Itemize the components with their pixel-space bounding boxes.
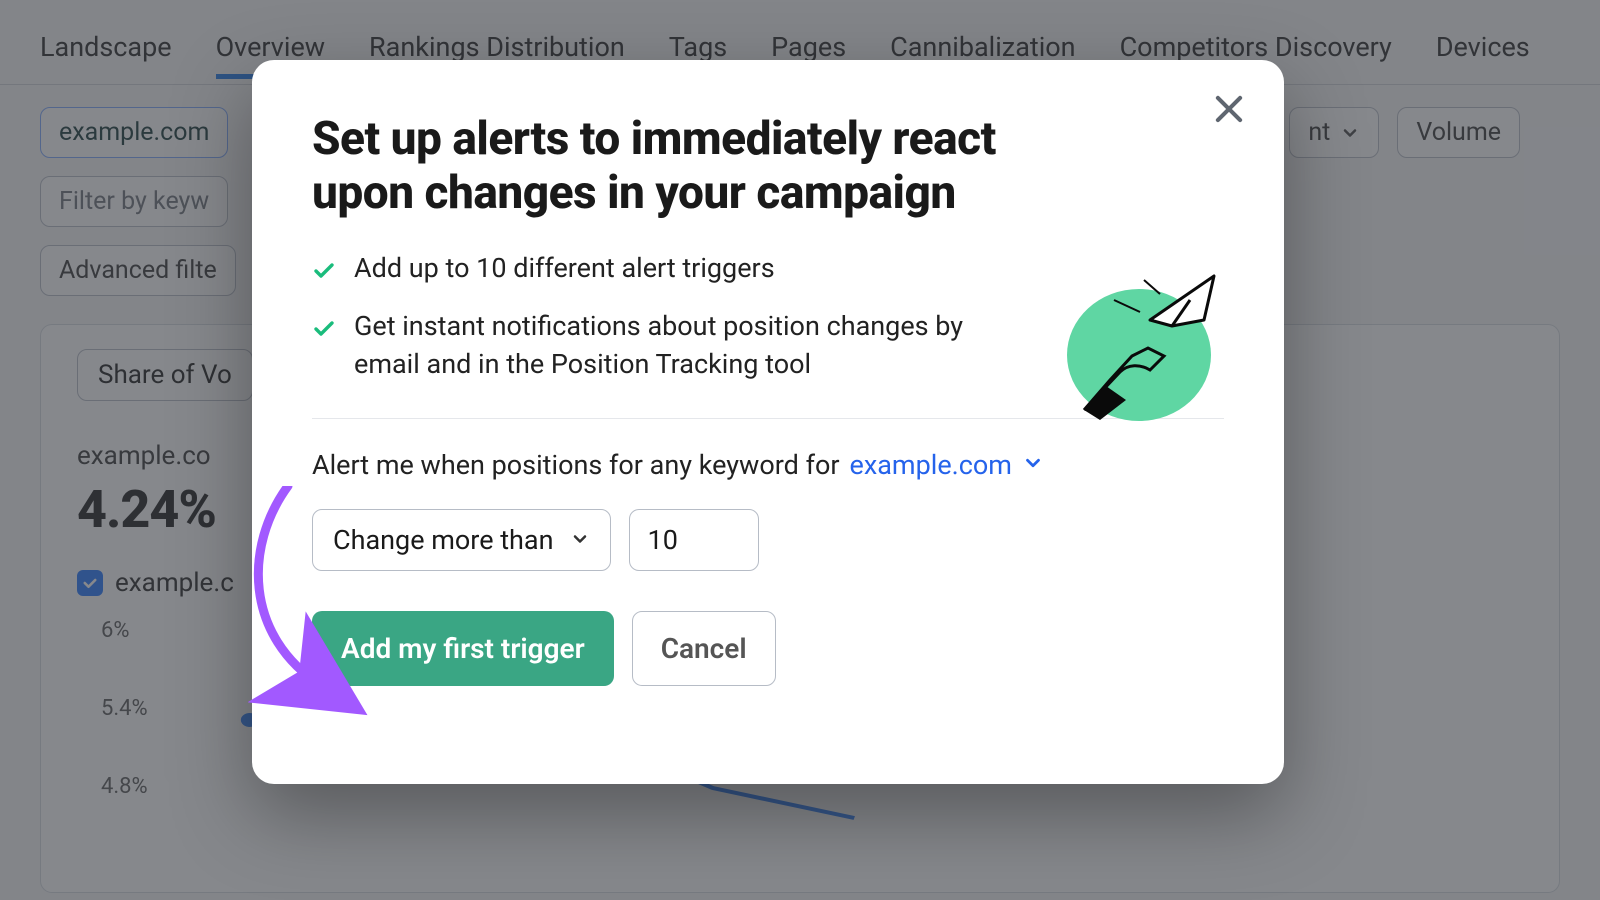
threshold-input[interactable]: 10 — [629, 509, 759, 571]
alert-sentence-prefix: Alert me when positions for any keyword … — [312, 449, 840, 481]
bullet-text: Add up to 10 different alert triggers — [354, 249, 775, 293]
threshold-value: 10 — [648, 524, 678, 556]
check-icon — [312, 255, 336, 293]
alert-sentence: Alert me when positions for any keyword … — [312, 449, 1224, 481]
add-trigger-button[interactable]: Add my first trigger — [312, 611, 614, 686]
cancel-button[interactable]: Cancel — [632, 611, 776, 686]
alert-domain-select[interactable]: example.com — [850, 449, 1044, 481]
alert-domain-label: example.com — [850, 449, 1012, 481]
chevron-down-icon — [570, 524, 590, 556]
chevron-down-icon — [1022, 449, 1044, 481]
bullet-text: Get instant notifications about position… — [354, 307, 1024, 384]
alerts-modal: Set up alerts to immediately react upon … — [252, 60, 1284, 784]
condition-label: Change more than — [333, 524, 554, 556]
check-icon — [312, 313, 336, 384]
close-button[interactable] — [1210, 90, 1248, 132]
paper-plane-illustration — [1054, 260, 1224, 434]
modal-title: Set up alerts to immediately react upon … — [312, 112, 1104, 221]
modal-bullets: Add up to 10 different alert triggers Ge… — [312, 249, 1024, 384]
condition-select[interactable]: Change more than — [312, 509, 611, 571]
